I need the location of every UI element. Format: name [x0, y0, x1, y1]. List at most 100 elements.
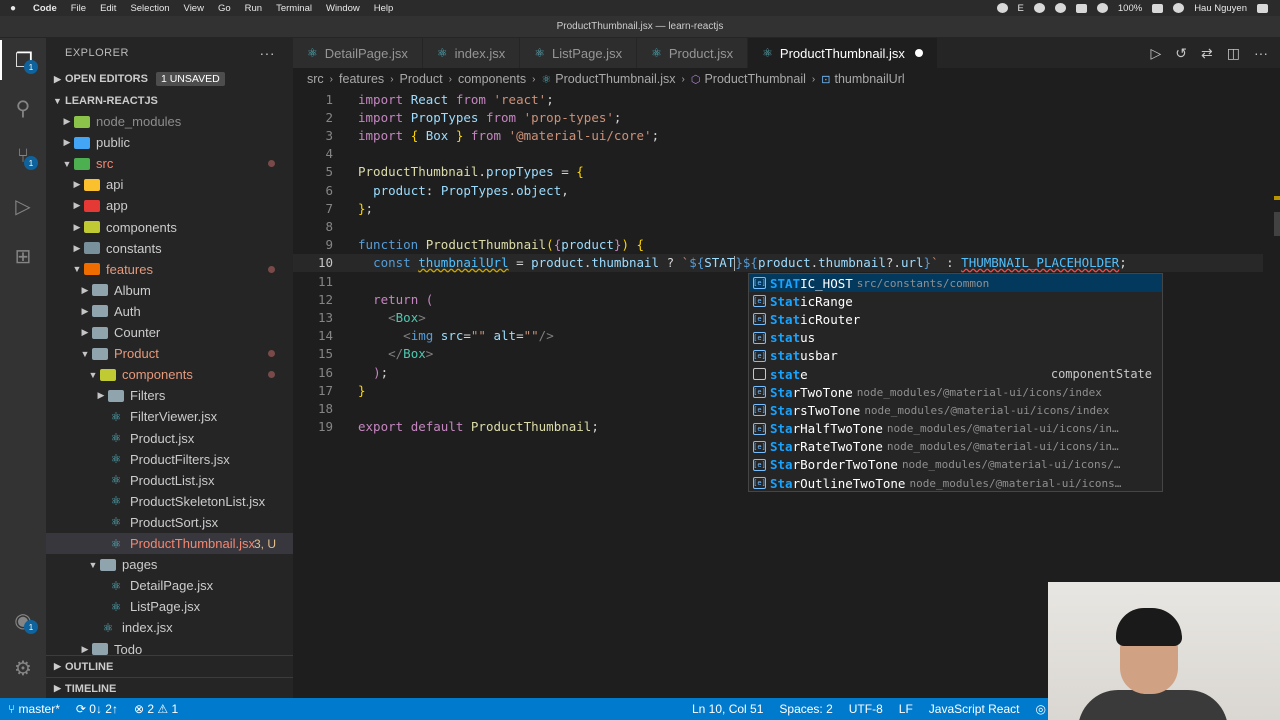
timeline-history-icon[interactable]: ↺ [1175, 45, 1187, 62]
tree-item-public[interactable]: ▶ public [46, 132, 293, 153]
suggestion-item[interactable]: [e] Sta rTwoTone node_modules/@material-ui/… [749, 383, 1162, 401]
branch-indicator[interactable]: ⑂ master* [0, 702, 68, 716]
bluetooth-icon[interactable] [1096, 3, 1108, 13]
battery-icon[interactable] [1152, 3, 1164, 13]
run-icon[interactable]: ▷ [1151, 45, 1162, 62]
breadcrumb-components[interactable]: components [458, 72, 526, 86]
breadcrumb-src[interactable]: src [307, 72, 324, 86]
menu-file[interactable]: File [64, 3, 93, 14]
menu-go[interactable]: Go [211, 3, 238, 14]
tree-item-counter[interactable]: ▶ Counter [46, 322, 293, 343]
menu-run[interactable]: Run [238, 3, 269, 14]
encoding[interactable]: UTF-8 [841, 702, 891, 716]
tree-item-constants[interactable]: ▶ constants [46, 238, 293, 259]
source-control-icon[interactable]: ⑂ 1 [0, 136, 46, 176]
tree-item-listpage[interactable]: ⚛ ListPage.jsx [46, 596, 293, 617]
menu-view[interactable]: View [177, 3, 211, 14]
menu-app-name[interactable]: Code [26, 3, 64, 14]
menu-edit[interactable]: Edit [93, 3, 123, 14]
tree-item-product-jsx[interactable]: ⚛ Product.jsx [46, 428, 293, 449]
tree-item-api[interactable]: ▶ api [46, 174, 293, 195]
tree-item-index[interactable]: ⚛ index.jsx [46, 617, 293, 638]
problems-indicator[interactable]: ⊗ 2 ⚠ 1 [126, 702, 186, 716]
compare-changes-icon[interactable]: ⇄ [1201, 45, 1213, 62]
tree-item-album[interactable]: ▶ Album [46, 280, 293, 301]
control-center-icon[interactable] [1257, 3, 1268, 13]
tree-item-productsort[interactable]: ⚛ ProductSort.jsx [46, 512, 293, 533]
cursor-position[interactable]: Ln 10, Col 51 [684, 702, 771, 716]
location-icon[interactable] [1054, 3, 1066, 13]
user-name[interactable]: Hau Nguyen [1194, 3, 1247, 14]
status-letter-icon[interactable]: E [1018, 3, 1024, 14]
language-mode[interactable]: JavaScript React [921, 702, 1028, 716]
tab-index[interactable]: ⚛ index.jsx [422, 38, 521, 68]
wifi-icon[interactable] [1173, 3, 1185, 13]
tab-product[interactable]: ⚛ Product.jsx [637, 38, 749, 68]
tree-item-features[interactable]: ▼ features [46, 259, 293, 280]
tree-item-components[interactable]: ▶ components [46, 217, 293, 238]
suggestion-item[interactable]: [e] Sta rRateTwoTone node_modules/@material… [749, 438, 1162, 456]
tab-productthumbnail[interactable]: ⚛ ProductThumbnail.jsx [748, 38, 938, 68]
search-icon[interactable]: ⚲ [0, 88, 46, 128]
tree-item-productthumbnail[interactable]: ⚛ ProductThumbnail.jsx 3, U [46, 533, 293, 555]
keyboard-input-icon[interactable] [1075, 3, 1087, 13]
menu-window[interactable]: Window [319, 3, 367, 14]
suggestion-item[interactable]: [e] Stat icRange [749, 292, 1162, 310]
tree-item-product-components[interactable]: ▼ components [46, 364, 293, 385]
chevron-right-icon: › [811, 73, 816, 85]
extensions-icon[interactable]: ⊞ [0, 236, 46, 276]
suggestion-item[interactable]: [e] Sta rHalfTwoTone node_modules/@material… [749, 420, 1162, 438]
tree-item-src[interactable]: ▼ src [46, 153, 293, 174]
suggestion-item[interactable]: [e] Stat icRouter [749, 310, 1162, 328]
menu-selection[interactable]: Selection [123, 3, 176, 14]
account-icon[interactable]: ◉ 1 [0, 600, 46, 640]
tab-listpage[interactable]: ⚛ ListPage.jsx [520, 38, 638, 68]
outline-section[interactable]: ▶ OUTLINE [46, 655, 293, 677]
menu-terminal[interactable]: Terminal [269, 3, 319, 14]
breadcrumb-file[interactable]: ProductThumbnail.jsx [555, 72, 675, 86]
run-debug-icon[interactable]: ▷ [0, 186, 46, 226]
tree-item-filterviewer[interactable]: ⚛ FilterViewer.jsx [46, 406, 293, 427]
tree-item-product[interactable]: ▼ Product [46, 343, 293, 364]
indentation[interactable]: Spaces: 2 [771, 702, 840, 716]
tree-item-app[interactable]: ▶ app [46, 195, 293, 216]
suggestion-item[interactable]: [e] Sta rBorderTwoTone node_modules/@materi… [749, 456, 1162, 474]
more-actions-icon[interactable]: ··· [260, 45, 276, 61]
suggestion-item[interactable]: [e] STAT IC_HOST src/constants/common [749, 274, 1162, 293]
tree-item-productskeletonlist[interactable]: ⚛ ProductSkeletonList.jsx [46, 491, 293, 512]
project-section[interactable]: ▼ LEARN-REACTJS [46, 90, 293, 112]
tree-item-pages[interactable]: ▼ pages [46, 554, 293, 575]
end-of-line[interactable]: LF [891, 702, 921, 716]
suggestion-item[interactable]: [e] stat usbar [749, 347, 1162, 365]
open-editors-section[interactable]: ▶ OPEN EDITORS 1 UNSAVED [46, 68, 293, 90]
suggestion-item[interactable]: stat e componentState [749, 365, 1162, 383]
breadcrumb-function[interactable]: ProductThumbnail [704, 72, 805, 86]
files-icon[interactable]: ❐ 1 [0, 40, 46, 80]
timeline-section[interactable]: ▶ TIMELINE [46, 677, 293, 699]
tree-item-productlist[interactable]: ⚛ ProductList.jsx [46, 470, 293, 491]
suggestion-item[interactable]: [e] Sta rOutlineTwoTone node_modules/@mater… [749, 474, 1162, 492]
record-icon[interactable] [996, 3, 1008, 13]
minimap-slider[interactable] [1274, 212, 1280, 236]
suggestion-item[interactable]: [e] stat us [749, 329, 1162, 347]
tree-item-productfilters[interactable]: ⚛ ProductFilters.jsx [46, 449, 293, 470]
settings-gear-icon[interactable]: ⚙ [0, 648, 46, 688]
tree-item-auth[interactable]: ▶ Auth [46, 301, 293, 322]
apple-icon[interactable]: ● [0, 3, 26, 14]
sync-indicator[interactable]: ⟳ 0↓ 2↑ [68, 702, 126, 716]
tree-item-filters[interactable]: ▶ Filters [46, 385, 293, 406]
suggestion-item[interactable]: [e] Sta rsTwoTone node_modules/@material-ui… [749, 401, 1162, 419]
unsaved-dot-icon[interactable] [914, 49, 923, 57]
tree-item-node-modules[interactable]: ▶ node_modules [46, 111, 293, 132]
breadcrumb-features[interactable]: features [339, 72, 384, 86]
webcam-person-hair [1116, 608, 1182, 646]
breadcrumb-variable[interactable]: thumbnailUrl [834, 72, 904, 86]
help-circle-icon[interactable] [1033, 3, 1045, 13]
menu-help[interactable]: Help [367, 3, 401, 14]
tab-detailpage[interactable]: ⚛ DetailPage.jsx [293, 38, 423, 68]
more-actions-icon[interactable]: ··· [1254, 45, 1268, 61]
breadcrumb-product[interactable]: Product [400, 72, 443, 86]
suggestion-detail: src/constants/common [856, 276, 990, 290]
tree-item-detailpage[interactable]: ⚛ DetailPage.jsx [46, 575, 293, 596]
split-editor-icon[interactable]: ◫ [1227, 45, 1240, 62]
